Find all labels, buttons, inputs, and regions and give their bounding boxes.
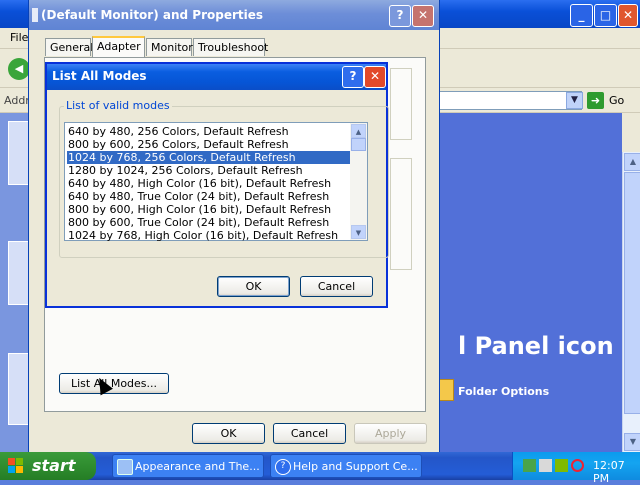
explorer-scrollbar[interactable]: ▲ ▼ bbox=[622, 152, 640, 452]
group-box bbox=[390, 158, 412, 270]
modes-close-button[interactable]: ✕ bbox=[364, 66, 386, 88]
taskbar-item-label: Help and Support Ce... bbox=[293, 460, 418, 473]
tray-search-icon[interactable] bbox=[571, 459, 584, 472]
taskbar-item-appearance[interactable]: Appearance and The... bbox=[112, 454, 264, 478]
modes-listbox[interactable]: 640 by 480, 256 Colors, Default Refresh 8… bbox=[64, 122, 368, 242]
tab-adapter[interactable]: Adapter bbox=[92, 36, 145, 58]
properties-title-bar: (Default Monitor) and Properties ? ✕ bbox=[29, 0, 439, 30]
back-arrow-icon[interactable]: ◀ bbox=[8, 58, 30, 80]
go-arrow-icon: ➜ bbox=[587, 92, 604, 109]
tray-security-icon[interactable] bbox=[555, 459, 568, 472]
menu-file[interactable]: File bbox=[10, 31, 28, 44]
control-panel-icon bbox=[117, 459, 133, 475]
go-label: Go bbox=[609, 94, 625, 107]
group-box bbox=[390, 68, 412, 140]
list-all-modes-button[interactable]: List All Modes... bbox=[59, 373, 169, 394]
dialog-icon bbox=[32, 8, 38, 22]
modes-title-bar: List All Modes ? ✕ bbox=[47, 64, 386, 90]
explorer-maximize-button[interactable]: □ bbox=[594, 4, 617, 27]
mode-list-item[interactable]: 800 by 600, True Color (24 bit), Default… bbox=[67, 216, 353, 229]
properties-apply-button[interactable]: Apply bbox=[354, 423, 427, 444]
mode-list-item[interactable]: 1280 by 1024, 256 Colors, Default Refres… bbox=[67, 164, 353, 177]
explorer-close-button[interactable]: ✕ bbox=[618, 4, 638, 27]
scroll-down-icon[interactable]: ▼ bbox=[351, 225, 366, 239]
scroll-thumb[interactable] bbox=[351, 138, 366, 151]
go-button[interactable]: ➜ Go bbox=[587, 92, 635, 109]
list-all-modes-dialog: List All Modes ? ✕ List of valid modes 6… bbox=[45, 62, 389, 308]
properties-cancel-button[interactable]: Cancel bbox=[273, 423, 346, 444]
folder-options-link[interactable]: Folder Options bbox=[458, 385, 549, 398]
valid-modes-label: List of valid modes bbox=[64, 99, 172, 112]
taskbar-item-help[interactable]: ? Help and Support Ce... bbox=[270, 454, 422, 478]
scroll-up-icon[interactable]: ▲ bbox=[624, 153, 640, 171]
start-button[interactable]: start bbox=[0, 452, 96, 480]
modes-title: List All Modes bbox=[52, 69, 147, 83]
modes-scrollbar[interactable]: ▲ ▼ bbox=[350, 123, 367, 240]
mode-list-item[interactable]: 1024 by 768, 256 Colors, Default Refresh bbox=[67, 151, 353, 164]
tab-monitor[interactable]: Monitor bbox=[146, 38, 193, 56]
tab-general[interactable]: General bbox=[45, 38, 93, 56]
taskbar-item-label: Appearance and The... bbox=[135, 460, 260, 473]
windows-flag-icon bbox=[8, 458, 24, 474]
properties-ok-button[interactable]: OK bbox=[192, 423, 265, 444]
explorer-minimize-button[interactable]: _ bbox=[570, 4, 593, 27]
mode-list-item[interactable]: 640 by 480, True Color (24 bit), Default… bbox=[67, 190, 353, 203]
system-tray: 12:07 PM bbox=[512, 452, 640, 485]
scroll-thumb[interactable] bbox=[624, 172, 640, 414]
modes-cancel-button[interactable]: Cancel bbox=[300, 276, 373, 297]
start-label: start bbox=[32, 456, 76, 475]
help-icon: ? bbox=[275, 459, 291, 475]
tray-network-icon[interactable] bbox=[523, 459, 536, 472]
properties-title: (Default Monitor) and Properties bbox=[41, 8, 264, 22]
address-dropdown-icon[interactable]: ▼ bbox=[566, 92, 583, 109]
properties-close-button[interactable]: ✕ bbox=[412, 5, 434, 27]
taskbar-clock: 12:07 PM bbox=[593, 459, 625, 485]
modes-ok-button[interactable]: OK bbox=[217, 276, 290, 297]
task-pane bbox=[0, 113, 32, 452]
modes-help-button[interactable]: ? bbox=[342, 66, 364, 88]
tray-display-icon[interactable] bbox=[539, 459, 552, 472]
scroll-down-icon[interactable]: ▼ bbox=[624, 433, 640, 451]
mode-list-item[interactable]: 640 by 480, 256 Colors, Default Refresh bbox=[67, 125, 353, 138]
tab-troubleshoot[interactable]: Troubleshoot bbox=[193, 38, 268, 56]
properties-help-button[interactable]: ? bbox=[389, 5, 411, 27]
mode-list-item[interactable]: 800 by 600, High Color (16 bit), Default… bbox=[67, 203, 353, 216]
mode-list-item[interactable]: 640 by 480, High Color (16 bit), Default… bbox=[67, 177, 353, 190]
mode-list-item[interactable]: 800 by 600, 256 Colors, Default Refresh bbox=[67, 138, 353, 151]
address-input[interactable] bbox=[420, 91, 582, 110]
mode-list-item[interactable]: 1024 by 768, High Color (16 bit), Defaul… bbox=[67, 229, 353, 242]
scroll-up-icon[interactable]: ▲ bbox=[351, 124, 366, 138]
taskbar: start Appearance and The... ? Help and S… bbox=[0, 452, 640, 485]
control-panel-heading: l Panel icon bbox=[458, 332, 614, 360]
